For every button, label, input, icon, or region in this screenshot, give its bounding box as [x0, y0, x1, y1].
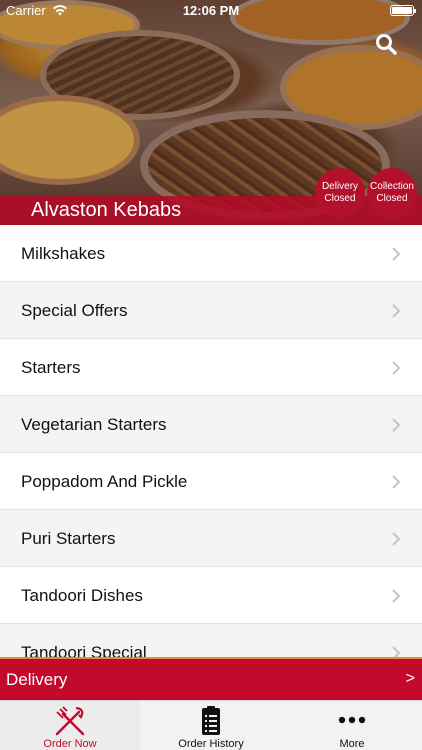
collection-status-label: Collection	[370, 181, 414, 192]
category-row-puri-starters[interactable]: Puri Starters	[0, 510, 422, 567]
tab-label: Order History	[178, 738, 244, 750]
category-row-tandoori-special[interactable]: Tandoori Special	[0, 624, 422, 657]
order-type-label: Delivery	[6, 670, 68, 689]
category-row-milkshakes[interactable]: Milkshakes	[0, 225, 422, 282]
chevron-right-icon	[392, 361, 401, 375]
collection-status-value: Closed	[376, 193, 408, 204]
category-label: Starters	[21, 358, 81, 377]
tab-bar: Order Now Order History More	[0, 700, 422, 750]
clock: 12:06 PM	[182, 3, 240, 18]
restaurant-name: Alvaston Kebabs	[31, 199, 182, 221]
tab-label: Order Now	[43, 738, 97, 750]
chevron-right-icon	[392, 247, 401, 261]
category-row-vegetarian-starters[interactable]: Vegetarian Starters	[0, 396, 422, 453]
order-type-bar[interactable]: Delivery >	[0, 657, 422, 700]
delivery-status-value: Closed	[324, 193, 356, 204]
tab-order-history[interactable]: Order History	[141, 701, 281, 750]
category-row-tandoori-dishes[interactable]: Tandoori Dishes	[0, 567, 422, 624]
category-row-starters[interactable]: Starters	[0, 339, 422, 396]
search-icon	[376, 34, 397, 55]
category-row-poppadom-and-pickle[interactable]: Poppadom And Pickle	[0, 453, 422, 510]
tab-more[interactable]: More	[282, 701, 422, 750]
category-label: Milkshakes	[21, 244, 106, 263]
tab-order-now[interactable]: Order Now	[0, 701, 140, 750]
search-button[interactable]	[374, 32, 398, 56]
chevron-right-icon	[392, 532, 401, 546]
fork-knife-icon	[55, 706, 85, 736]
category-label: Tandoori Special	[21, 643, 147, 657]
category-label: Poppadom And Pickle	[21, 472, 188, 491]
chevron-right-icon	[392, 589, 401, 603]
order-type-arrow: >	[405, 670, 415, 687]
category-label: Vegetarian Starters	[21, 415, 167, 434]
battery-icon	[390, 5, 416, 16]
menu-category-list[interactable]: Milkshakes Special Offers Starters Veget…	[0, 225, 422, 657]
collection-status-badge: Collection Closed	[367, 168, 417, 218]
tab-label: More	[339, 738, 365, 750]
clipboard-icon	[202, 706, 220, 735]
category-row-special-offers[interactable]: Special Offers	[0, 282, 422, 339]
chevron-right-icon	[392, 304, 401, 318]
category-label: Special Offers	[21, 301, 128, 320]
chevron-right-icon	[392, 475, 401, 489]
delivery-status-label: Delivery	[321, 181, 359, 192]
chevron-right-icon	[392, 418, 401, 432]
category-label: Tandoori Dishes	[21, 586, 143, 605]
status-bar: Carrier 12:06 PM	[0, 0, 422, 22]
more-dots-icon	[338, 716, 366, 724]
category-label: Puri Starters	[21, 529, 116, 548]
chevron-right-icon	[392, 646, 401, 657]
delivery-status-badge: Delivery Closed	[315, 168, 365, 218]
